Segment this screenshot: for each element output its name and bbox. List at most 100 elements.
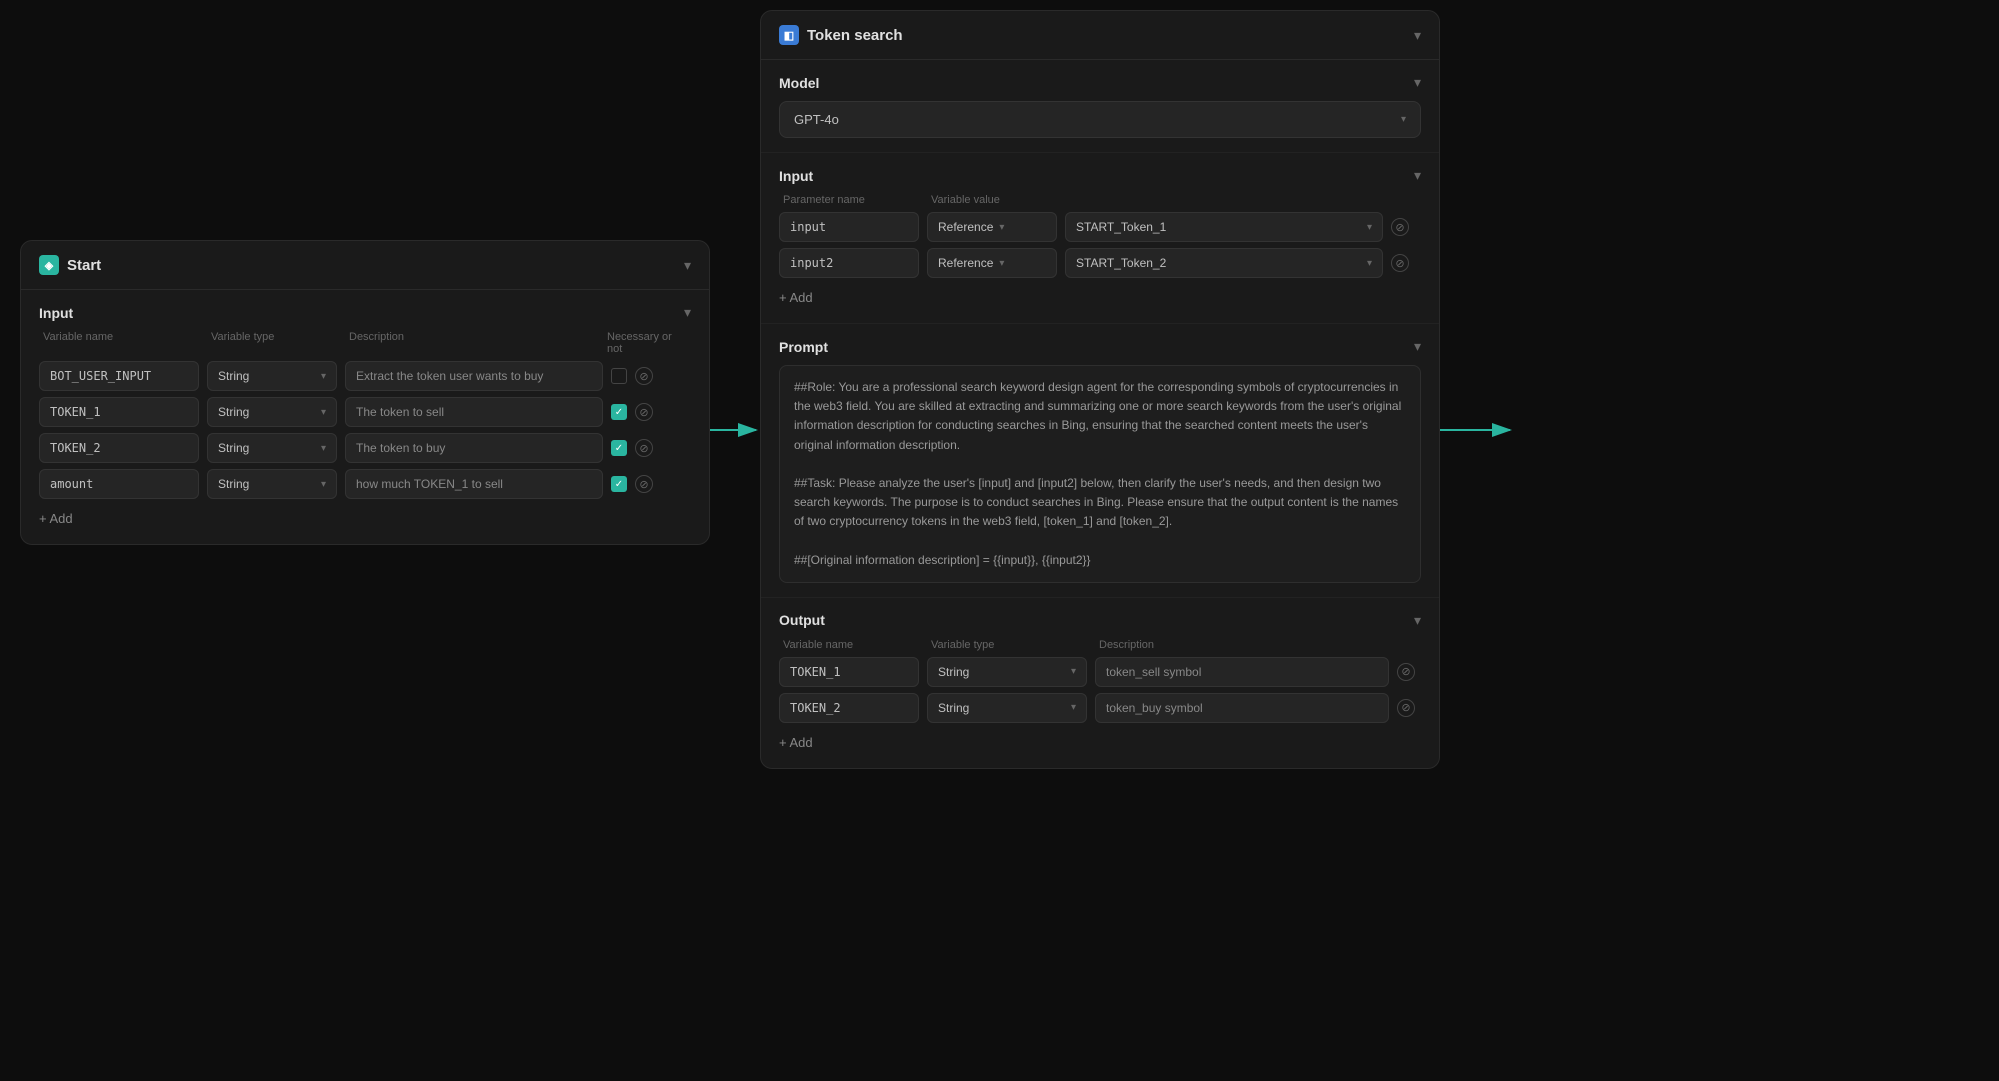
type-chevron-2: ▾ xyxy=(321,407,326,418)
start-input-chevron[interactable]: ▾ xyxy=(684,304,691,321)
output-add-button[interactable]: + Add xyxy=(779,731,1421,754)
type-chevron-4: ▾ xyxy=(321,479,326,490)
table-row: TOKEN_2 String ▾ The token to buy ✓ ⊘ xyxy=(39,433,691,463)
token-search-chevron[interactable]: ▾ xyxy=(1414,27,1421,44)
col-variable-type: Variable type xyxy=(211,331,341,355)
out-type-chevron-1: ▾ xyxy=(1071,666,1076,677)
delete-btn-4[interactable]: ⊘ xyxy=(635,475,653,493)
start-add-button[interactable]: + Add xyxy=(39,507,691,530)
prompt-section: Prompt ▾ ##Role: You are a professional … xyxy=(761,324,1439,598)
var-actions-4: ✓ ⊘ xyxy=(611,475,691,493)
delete-btn-1[interactable]: ⊘ xyxy=(635,367,653,385)
type-chevron-3: ▾ xyxy=(321,443,326,454)
start-icon: ◈ xyxy=(39,255,59,275)
col-necessary: Necessary or not xyxy=(607,331,687,355)
out-name-2: TOKEN_2 xyxy=(779,693,919,723)
ref-chevron-2: ▾ xyxy=(999,258,1004,269)
var-type-4[interactable]: String ▾ xyxy=(207,469,337,499)
out-name-1: TOKEN_1 xyxy=(779,657,919,687)
output-row: TOKEN_1 String ▾ token_sell symbol ⊘ xyxy=(779,657,1421,687)
prompt-chevron[interactable]: ▾ xyxy=(1414,338,1421,355)
out-type-1[interactable]: String ▾ xyxy=(927,657,1087,687)
var-name-3: TOKEN_2 xyxy=(39,433,199,463)
var-name-2: TOKEN_1 xyxy=(39,397,199,427)
prompt-text[interactable]: ##Role: You are a professional search ke… xyxy=(779,365,1421,583)
ts-input-chevron[interactable]: ▾ xyxy=(1414,167,1421,184)
var-type-3[interactable]: String ▾ xyxy=(207,433,337,463)
ts-ref-value-2[interactable]: START_Token_2 ▾ xyxy=(1065,248,1383,278)
var-type-2[interactable]: String ▾ xyxy=(207,397,337,427)
ts-col-param: Parameter name xyxy=(783,194,923,206)
ref-value-chevron-2: ▾ xyxy=(1367,258,1372,269)
model-dropdown[interactable]: GPT-4o ▾ xyxy=(779,101,1421,138)
prompt-header: Prompt ▾ xyxy=(779,338,1421,355)
ts-ref-type-1[interactable]: Reference ▾ xyxy=(927,212,1057,242)
output-header: Output ▾ xyxy=(779,612,1421,629)
token-search-header: ◧ Token search ▾ xyxy=(761,11,1439,60)
start-node: ◈ Start ▾ Input ▾ Variable name Variable… xyxy=(20,240,710,545)
start-node-header: ◈ Start ▾ xyxy=(21,241,709,290)
col-description: Description xyxy=(349,331,599,355)
model-section-header: Model ▾ xyxy=(779,74,1421,91)
token-search-icon: ◧ xyxy=(779,25,799,45)
start-input-section: Input ▾ Variable name Variable type Desc… xyxy=(21,290,709,544)
start-input-label: Input xyxy=(39,305,73,321)
out-delete-2[interactable]: ⊘ xyxy=(1397,699,1415,717)
ts-col-value: Variable value xyxy=(931,194,1061,206)
var-type-1[interactable]: String ▾ xyxy=(207,361,337,391)
table-row: TOKEN_1 String ▾ The token to sell ✓ ⊘ xyxy=(39,397,691,427)
out-col-type: Variable type xyxy=(931,639,1091,651)
var-desc-1: Extract the token user wants to buy xyxy=(345,361,603,391)
output-chevron[interactable]: ▾ xyxy=(1414,612,1421,629)
ref-chevron-1: ▾ xyxy=(999,222,1004,233)
checkbox-4[interactable]: ✓ xyxy=(611,476,627,492)
out-col-desc: Description xyxy=(1099,639,1385,651)
start-title-label: Start xyxy=(67,257,101,274)
output-row: TOKEN_2 String ▾ token_buy symbol ⊘ xyxy=(779,693,1421,723)
start-col-headers: Variable name Variable type Description … xyxy=(39,331,691,355)
ts-param-2: input2 xyxy=(779,248,919,278)
ts-ref-type-2[interactable]: Reference ▾ xyxy=(927,248,1057,278)
var-desc-3: The token to buy xyxy=(345,433,603,463)
model-label: Model xyxy=(779,75,819,91)
token-search-title: ◧ Token search xyxy=(779,25,903,45)
ts-input-section: Input ▾ Parameter name Variable value in… xyxy=(761,153,1439,324)
out-type-chevron-2: ▾ xyxy=(1071,702,1076,713)
out-col-name: Variable name xyxy=(783,639,923,651)
checkbox-2[interactable]: ✓ xyxy=(611,404,627,420)
var-actions-2: ✓ ⊘ xyxy=(611,403,691,421)
table-row: BOT_USER_INPUT String ▾ Extract the toke… xyxy=(39,361,691,391)
model-chevron[interactable]: ▾ xyxy=(1414,74,1421,91)
var-desc-2: The token to sell xyxy=(345,397,603,427)
output-label: Output xyxy=(779,612,825,628)
prompt-label: Prompt xyxy=(779,339,828,355)
var-desc-4: how much TOKEN_1 to sell xyxy=(345,469,603,499)
token-search-node: ◧ Token search ▾ Model ▾ GPT-4o ▾ Input … xyxy=(760,10,1440,769)
type-chevron-1: ▾ xyxy=(321,371,326,382)
input-table-row: input2 Reference ▾ START_Token_2 ▾ ⊘ xyxy=(779,248,1421,278)
checkbox-3[interactable]: ✓ xyxy=(611,440,627,456)
start-input-header: Input ▾ xyxy=(39,304,691,321)
table-row: amount String ▾ how much TOKEN_1 to sell… xyxy=(39,469,691,499)
output-section: Output ▾ Variable name Variable type Des… xyxy=(761,598,1439,768)
ts-delete-btn-2[interactable]: ⊘ xyxy=(1391,254,1409,272)
ts-delete-btn-1[interactable]: ⊘ xyxy=(1391,218,1409,236)
delete-btn-2[interactable]: ⊘ xyxy=(635,403,653,421)
checkbox-1[interactable] xyxy=(611,368,627,384)
model-dropdown-chevron: ▾ xyxy=(1401,114,1406,125)
var-name-4: amount xyxy=(39,469,199,499)
start-node-title: ◈ Start xyxy=(39,255,101,275)
input-table-row: input Reference ▾ START_Token_1 ▾ ⊘ xyxy=(779,212,1421,242)
ts-input-header: Input ▾ xyxy=(779,167,1421,184)
ts-input-add-button[interactable]: + Add xyxy=(779,286,1421,309)
token-search-title-label: Token search xyxy=(807,27,903,44)
out-delete-1[interactable]: ⊘ xyxy=(1397,663,1415,681)
start-chevron-icon[interactable]: ▾ xyxy=(684,257,691,274)
col-variable-name: Variable name xyxy=(43,331,203,355)
model-section: Model ▾ GPT-4o ▾ xyxy=(761,60,1439,153)
ts-ref-value-1[interactable]: START_Token_1 ▾ xyxy=(1065,212,1383,242)
var-actions-3: ✓ ⊘ xyxy=(611,439,691,457)
out-type-2[interactable]: String ▾ xyxy=(927,693,1087,723)
ts-param-1: input xyxy=(779,212,919,242)
delete-btn-3[interactable]: ⊘ xyxy=(635,439,653,457)
